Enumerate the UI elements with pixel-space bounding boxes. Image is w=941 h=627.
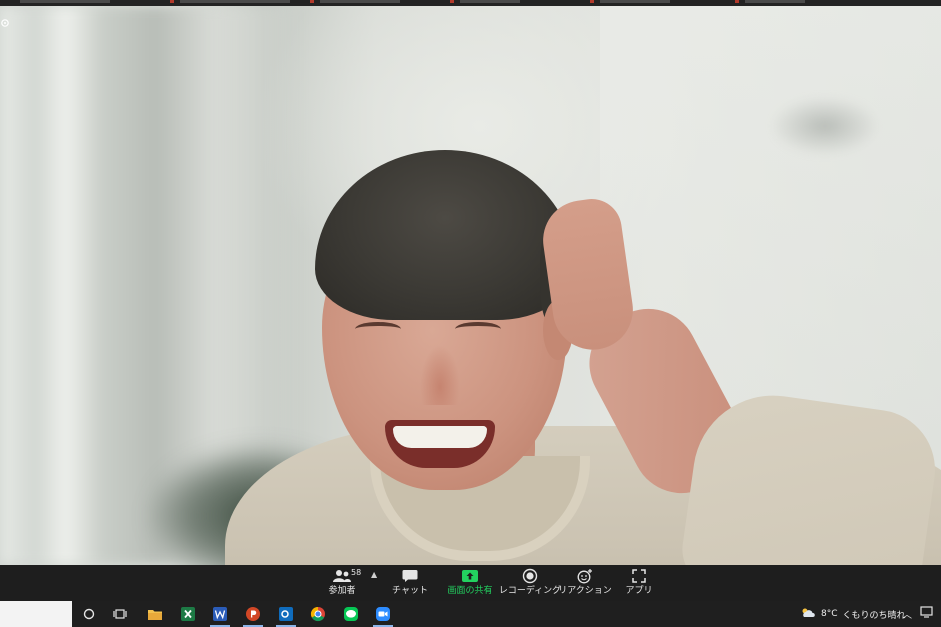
top-tab [20,0,110,3]
participants-count: 58 [351,568,362,577]
participant-video[interactable] [0,6,941,565]
top-tab-indicator [310,0,314,3]
start-circle-icon[interactable] [79,604,99,624]
top-tab-indicator [450,0,454,3]
participants-caret-icon[interactable]: ▲ [371,570,377,579]
weather-description: くもりのち晴れ [842,610,906,621]
person-eye-right [455,322,501,336]
record-icon [522,567,538,585]
participants-label: 参加者 [328,586,356,596]
line-app-icon[interactable] [341,604,361,624]
top-tab [180,0,290,3]
powerpoint-icon[interactable] [243,604,263,624]
word-icon[interactable] [210,604,230,624]
top-tab-indicator [735,0,739,3]
reaction-label: リアクション [558,586,612,596]
top-tab [460,0,520,3]
video-corner-icon[interactable] [0,18,10,32]
tray-chevron-up-icon[interactable]: ︿ [902,606,912,621]
apps-icon [631,567,647,585]
person-eye-left [355,322,401,336]
top-tab [600,0,670,3]
top-tab [320,0,400,3]
weather-widget[interactable]: 8°C くもりのち晴れ [800,607,906,621]
person-nose [420,345,460,405]
chat-icon [402,567,418,585]
os-taskbar: 8°C くもりのち晴れ ︿ [0,601,941,627]
top-tab-indicator [590,0,594,3]
person-hair [315,150,575,320]
top-tab-indicator [170,0,174,3]
top-tab [745,0,805,3]
outlook-icon[interactable] [276,604,296,624]
weather-temperature: 8°C [821,609,838,619]
record-button[interactable]: レコーディング [499,567,561,599]
tray-network-icon[interactable] [920,606,934,621]
share-screen-button[interactable]: 画面の共有 [446,567,494,599]
chat-label: チャット [392,586,428,596]
file-explorer-icon[interactable] [145,604,165,624]
participants-icon [332,567,352,585]
apps-label: アプリ [625,586,653,596]
cloud-sun-icon [800,607,816,621]
reaction-icon [576,567,594,585]
chat-button[interactable]: チャット [390,567,430,599]
zoom-app-icon[interactable] [373,604,393,624]
taskbar-search-box[interactable] [0,601,72,627]
task-view-icon[interactable] [110,604,130,624]
record-label: レコーディング [498,586,562,596]
ceiling-light [770,96,880,156]
reaction-button[interactable]: リアクション [558,567,612,599]
excel-icon[interactable] [178,604,198,624]
share-screen-icon [461,567,479,585]
meeting-toolbar: 参加者 58 ▲ チャット 画面の共有 レコーディング リアクション アプリ [0,565,941,601]
share-screen-label: 画面の共有 [447,586,493,596]
apps-button[interactable]: アプリ [622,567,656,599]
chrome-icon[interactable] [308,604,328,624]
person-teeth [393,426,487,448]
